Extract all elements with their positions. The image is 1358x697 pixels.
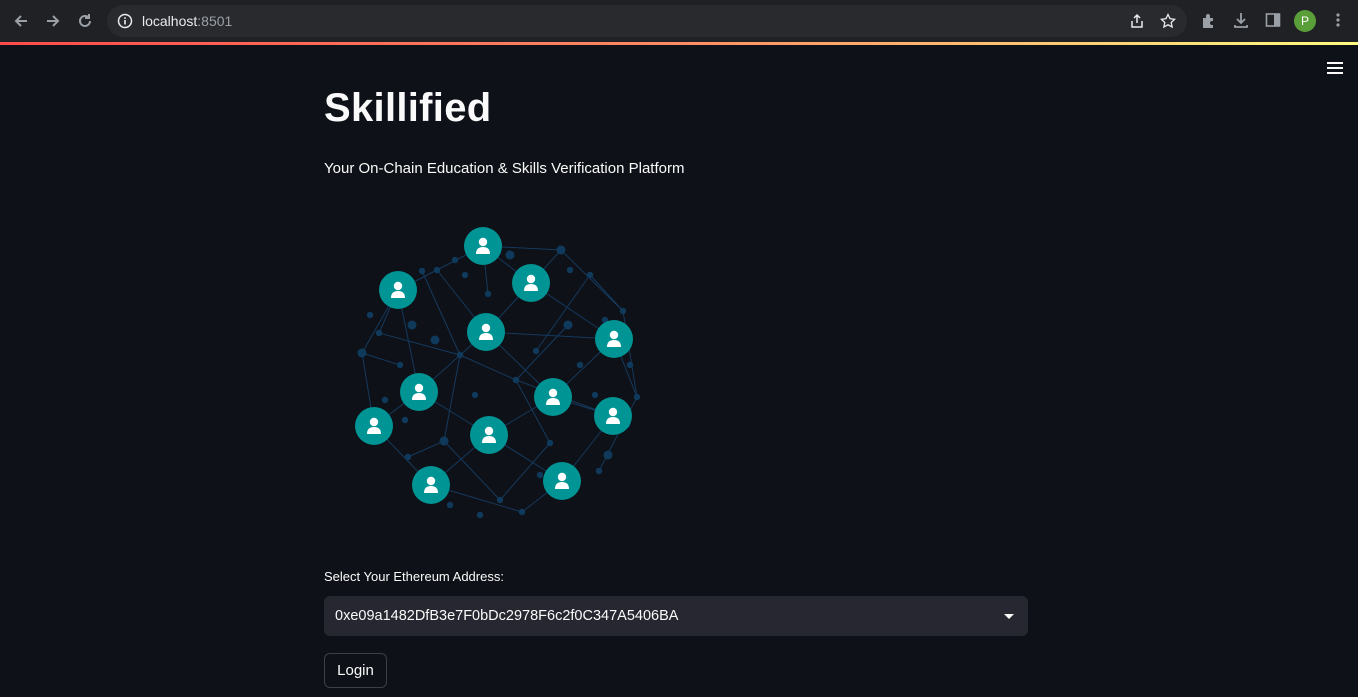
network-dot: [591, 391, 599, 399]
profile-avatar[interactable]: P: [1294, 10, 1316, 32]
user-node-icon: [464, 227, 502, 265]
download-icon[interactable]: [1232, 11, 1250, 29]
user-node-icon: [400, 373, 438, 411]
network-dot: [633, 393, 641, 401]
network-dot: [433, 266, 441, 274]
network-dot: [546, 439, 554, 447]
login-button[interactable]: Login: [324, 653, 387, 688]
address-bar[interactable]: localhost:8501: [107, 5, 1187, 37]
user-node-icon: [470, 416, 508, 454]
network-dot: [496, 496, 504, 504]
bookmark-star-icon[interactable]: [1160, 13, 1176, 29]
kebab-menu-icon[interactable]: [1329, 11, 1347, 29]
selected-address: 0xe09a1482DfB3e7F0bDc2978F6c2f0C347A5406…: [335, 608, 679, 624]
hamburger-menu-icon[interactable]: [1326, 61, 1344, 75]
network-dot: [418, 267, 426, 275]
network-dot: [471, 391, 479, 399]
back-button[interactable]: [8, 8, 34, 34]
network-dot: [401, 416, 409, 424]
user-node-icon: [467, 313, 505, 351]
network-dot: [456, 351, 464, 359]
info-icon[interactable]: [117, 13, 133, 29]
browser-toolbar: localhost:8501 P: [0, 0, 1358, 42]
reload-icon: [79, 14, 91, 27]
chevron-down-icon: [1004, 614, 1014, 619]
url-text: localhost:8501: [142, 13, 232, 29]
network-dot: [357, 348, 367, 358]
network-dot: [512, 376, 520, 384]
page-subtitle: Your On-Chain Education & Skills Verific…: [324, 160, 685, 177]
user-node-icon: [534, 378, 572, 416]
network-dot: [532, 347, 540, 355]
forward-arrow-icon: [47, 15, 60, 27]
network-dot: [576, 361, 584, 369]
user-node-icon: [543, 462, 581, 500]
network-dot: [446, 501, 454, 509]
address-select-label: Select Your Ethereum Address:: [324, 569, 504, 584]
user-node-icon: [412, 466, 450, 504]
network-dot: [619, 307, 627, 315]
user-node-icon: [595, 320, 633, 358]
network-dot: [461, 271, 469, 279]
ethereum-address-select[interactable]: 0xe09a1482DfB3e7F0bDc2978F6c2f0C347A5406…: [324, 596, 1028, 636]
network-dot: [586, 271, 594, 279]
network-dot: [396, 361, 404, 369]
user-node-icon: [355, 407, 393, 445]
back-arrow-icon: [14, 15, 27, 27]
network-dot: [430, 335, 440, 345]
network-dot: [375, 329, 383, 337]
network-dot: [603, 450, 613, 460]
user-node-icon: [512, 264, 550, 302]
network-dot: [536, 471, 544, 479]
network-dot: [626, 361, 634, 369]
network-illustration: [355, 227, 641, 519]
url-host: localhost: [142, 13, 198, 29]
decoration-bar: [0, 42, 1358, 45]
forward-button[interactable]: [40, 8, 66, 34]
extensions-icon[interactable]: [1200, 11, 1218, 29]
network-dot: [366, 311, 374, 319]
network-dot: [381, 396, 389, 404]
network-dot: [595, 467, 603, 475]
network-dot: [451, 256, 459, 264]
url-port: :8501: [197, 13, 233, 29]
network-dot: [566, 266, 574, 274]
page-title: Skillified: [324, 86, 492, 130]
network-dot: [563, 320, 573, 330]
share-icon[interactable]: [1129, 13, 1145, 29]
network-dot: [407, 320, 417, 330]
user-node-icon: [594, 397, 632, 435]
network-dot: [439, 436, 449, 446]
network-dot: [505, 250, 515, 260]
network-dot: [556, 245, 566, 255]
network-dot: [484, 290, 492, 298]
user-node-icon: [379, 271, 417, 309]
network-dot: [518, 508, 526, 516]
network-dot: [476, 511, 484, 519]
reload-button[interactable]: [72, 8, 98, 34]
side-panel-icon[interactable]: [1264, 11, 1282, 29]
network-dot: [404, 453, 412, 461]
